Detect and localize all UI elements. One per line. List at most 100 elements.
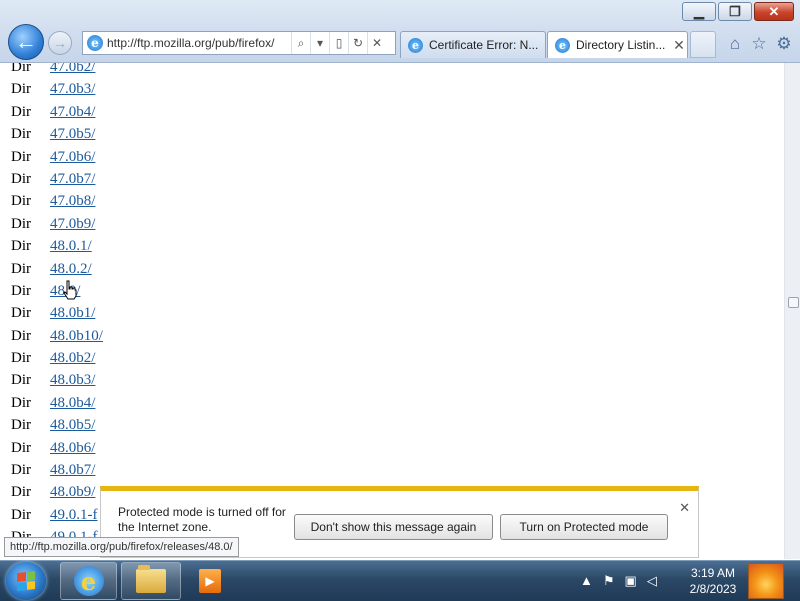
taskbar-media-player[interactable]: ▶ xyxy=(185,562,235,600)
entry-type: Dir xyxy=(11,63,31,75)
entry-type: Dir xyxy=(11,350,31,367)
forward-button[interactable]: → xyxy=(48,31,72,55)
directory-listing: Dir 47.0b2/Dir 47.0b3/Dir 47.0b4/Dir 47.0b5/… xyxy=(11,63,103,549)
directory-link[interactable]: 48.0b6/ xyxy=(50,440,95,456)
compatibility-view-icon[interactable]: ▯ xyxy=(329,32,348,54)
clock[interactable]: 3:19 AM 2/8/2023 xyxy=(688,565,738,597)
directory-link[interactable]: 47.0b4/ xyxy=(50,104,95,120)
directory-link[interactable]: 48.0.1/ xyxy=(50,238,92,254)
folder-icon xyxy=(136,565,166,593)
browser-toolbar: ▁ ❐ ✕ ← → e http://ftp.mozilla.org/pub/f… xyxy=(0,0,800,63)
windows-logo-icon xyxy=(17,571,35,591)
taskbar: e ▶ ▲ ⚑ ▣ ◁ 3:19 AM 2/8/2023 xyxy=(0,560,800,601)
tab-directory-listing[interactable]: e Directory Listin... ✕ xyxy=(547,31,688,58)
start-button[interactable] xyxy=(6,562,46,600)
close-tab-icon[interactable]: ✕ xyxy=(671,37,687,54)
taskbar-windows-explorer[interactable] xyxy=(121,562,181,600)
entry-type: Dir xyxy=(11,305,31,322)
tab-label: Certificate Error: N... xyxy=(429,38,539,52)
listing-row: Dir 48.0b5/ xyxy=(11,414,103,436)
window-caption-buttons: ▁ ❐ ✕ xyxy=(682,2,794,21)
directory-link[interactable]: 48.0.2/ xyxy=(50,261,92,277)
listing-row: Dir 47.0b4/ xyxy=(11,101,103,123)
directory-link[interactable]: 47.0b3/ xyxy=(50,81,95,97)
internet-explorer-icon: e xyxy=(73,566,104,596)
scrollbar-grip[interactable] xyxy=(788,297,799,308)
notification-close-icon[interactable]: ✕ xyxy=(679,500,690,516)
volume-muted-icon[interactable]: ◁ xyxy=(647,573,657,589)
directory-link[interactable]: 48.0b4/ xyxy=(50,395,95,411)
site-ie-icon: e xyxy=(87,35,103,51)
listing-row: Dir 48.0b4/ xyxy=(11,392,103,414)
entry-type: Dir xyxy=(11,148,31,165)
directory-link[interactable]: 47.0b9/ xyxy=(50,216,95,232)
directory-link[interactable]: 48.0b10/ xyxy=(50,328,103,344)
address-input[interactable]: http://ftp.mozilla.org/pub/firefox/ xyxy=(107,36,291,50)
tab-certificate-error[interactable]: e Certificate Error: N... xyxy=(400,31,546,58)
refresh-icon[interactable]: ↻ xyxy=(348,32,367,54)
listing-row: Dir 48.0/ xyxy=(11,280,103,302)
directory-link[interactable]: 49.0.1-f xyxy=(50,507,98,523)
tools-gear-icon[interactable]: ⚙ xyxy=(773,33,795,55)
directory-link[interactable]: 48.0b9/ xyxy=(50,484,95,500)
entry-type: Dir xyxy=(11,238,31,255)
directory-link[interactable]: 47.0b5/ xyxy=(50,126,95,142)
action-center-flag-icon[interactable]: ⚑ xyxy=(603,573,615,589)
address-dropdown-icon[interactable]: ▾ xyxy=(310,32,329,54)
minimize-button[interactable]: ▁ xyxy=(682,2,716,21)
listing-row: Dir 48.0b9/ xyxy=(11,481,103,503)
listing-row: Dir 47.0b6/ xyxy=(11,146,103,168)
entry-type: Dir xyxy=(11,327,31,344)
entry-type: Dir xyxy=(11,417,31,434)
entry-type: Dir xyxy=(11,193,31,210)
close-window-button[interactable]: ✕ xyxy=(754,2,794,21)
directory-link[interactable]: 48.0b3/ xyxy=(50,372,95,388)
directory-link[interactable]: 48.0b1/ xyxy=(50,305,95,321)
directory-link[interactable]: 48.0b5/ xyxy=(50,417,95,433)
clock-date: 2/8/2023 xyxy=(689,582,737,596)
directory-link[interactable]: 47.0b6/ xyxy=(50,149,95,165)
listing-row: Dir 47.0b5/ xyxy=(11,123,103,145)
ie-page-icon: e xyxy=(408,37,423,53)
restore-button[interactable]: ❐ xyxy=(718,2,752,21)
turn-on-protected-mode-button[interactable]: Turn on Protected mode xyxy=(500,514,668,540)
dont-show-again-button[interactable]: Don't show this message again xyxy=(294,514,493,540)
listing-row: Dir 47.0b2/ xyxy=(11,63,103,78)
directory-link[interactable]: 47.0b7/ xyxy=(50,171,95,187)
entry-type: Dir xyxy=(11,484,31,501)
directory-link[interactable]: 47.0b2/ xyxy=(50,63,95,75)
search-icon[interactable]: ⌕ xyxy=(291,32,310,54)
listing-row: Dir 48.0.1/ xyxy=(11,235,103,257)
listing-row: Dir 47.0b3/ xyxy=(11,78,103,100)
stop-icon[interactable]: ✕ xyxy=(367,32,386,54)
ie-page-icon: e xyxy=(555,37,570,53)
media-player-icon: ▶ xyxy=(199,569,221,593)
listing-row: Dir 48.0b6/ xyxy=(11,437,103,459)
home-icon[interactable]: ⌂ xyxy=(724,33,746,55)
entry-type: Dir xyxy=(11,215,31,232)
entry-type: Dir xyxy=(11,506,31,523)
vertical-scrollbar[interactable] xyxy=(784,63,800,559)
listing-row: Dir 48.0.2/ xyxy=(11,258,103,280)
clock-time: 3:19 AM xyxy=(690,566,736,580)
listing-row: Dir 47.0b7/ xyxy=(11,168,103,190)
directory-link[interactable]: 48.0b7/ xyxy=(50,462,95,478)
hand-cursor-icon xyxy=(63,280,77,300)
tab-label: Directory Listin... xyxy=(576,38,666,52)
show-hidden-icons-icon[interactable]: ▲ xyxy=(580,573,593,589)
entry-type: Dir xyxy=(11,439,31,456)
status-url-tooltip: http://ftp.mozilla.org/pub/firefox/relea… xyxy=(4,537,239,557)
entry-type: Dir xyxy=(11,462,31,479)
new-tab-button[interactable] xyxy=(690,31,716,58)
listing-row: Dir 48.0b2/ xyxy=(11,347,103,369)
entry-type: Dir xyxy=(11,126,31,143)
back-button[interactable]: ← xyxy=(8,24,44,60)
entry-type: Dir xyxy=(11,394,31,411)
taskbar-internet-explorer[interactable]: e xyxy=(60,562,117,600)
directory-link[interactable]: 47.0b8/ xyxy=(50,193,95,209)
directory-link[interactable]: 48.0b2/ xyxy=(50,350,95,366)
network-icon[interactable]: ▣ xyxy=(625,573,637,589)
favorites-star-icon[interactable]: ☆ xyxy=(748,33,770,55)
page-content: Dir 47.0b2/Dir 47.0b3/Dir 47.0b4/Dir 47.0b5/… xyxy=(0,63,785,559)
address-bar[interactable]: e http://ftp.mozilla.org/pub/firefox/ ⌕ … xyxy=(82,31,396,55)
